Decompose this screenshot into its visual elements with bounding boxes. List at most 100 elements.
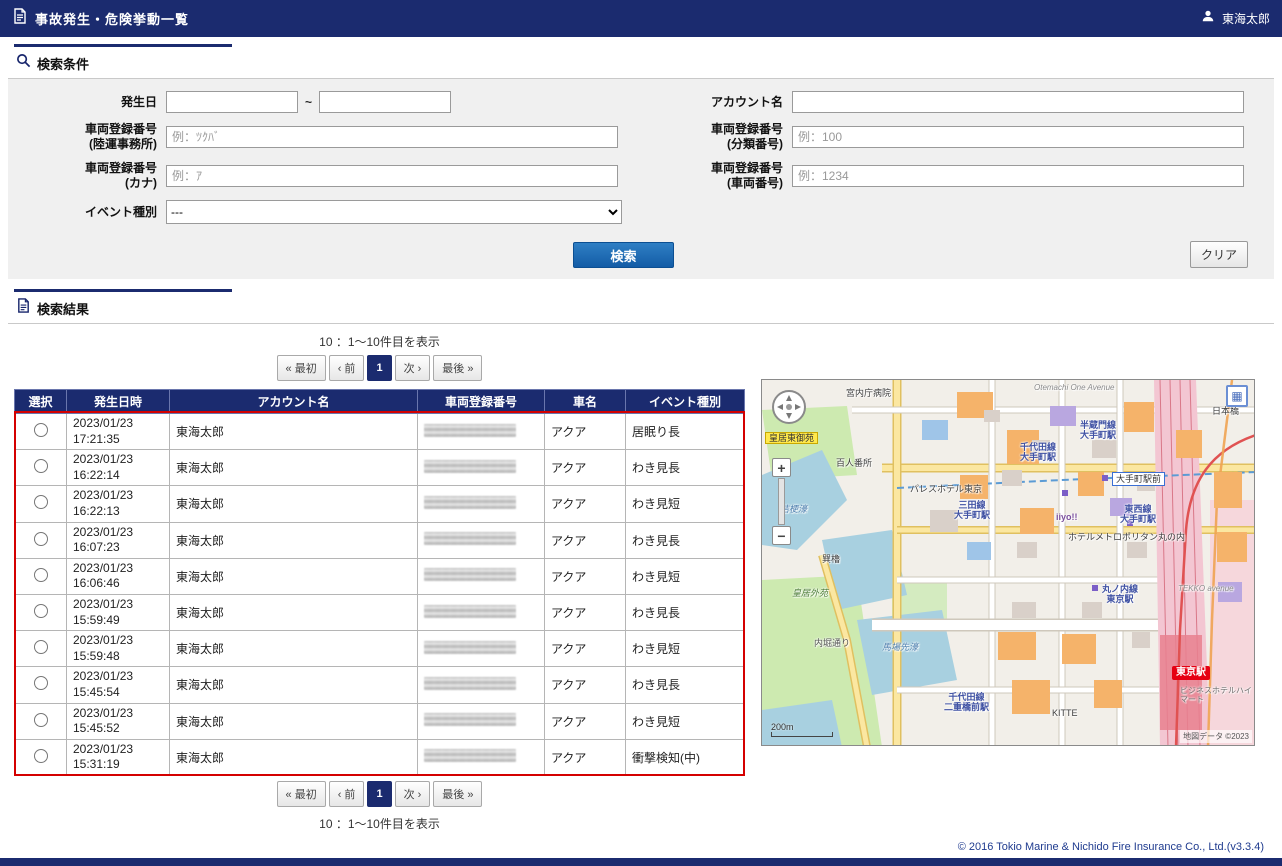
page-next-button[interactable]: 次 ›	[395, 355, 431, 381]
row-select-radio[interactable]	[34, 495, 48, 509]
search-button[interactable]: 検索	[573, 242, 674, 268]
footer-bar	[0, 858, 1282, 866]
table-header-cell: 発生日時	[67, 390, 170, 414]
plate-number-row: 車両登録番号 (車両番号)	[656, 161, 1266, 191]
plate-office-label: 車両登録番号 (陸運事務所)	[8, 122, 166, 152]
plate-class-input[interactable]	[792, 126, 1244, 148]
row-vehicle-plate-redacted	[424, 677, 516, 690]
results-table-head: 選択 発生日時 アカウント名 車両登録番号 車名 イベント種別	[15, 390, 745, 414]
row-plate-cell	[418, 667, 545, 703]
results-table-area: 10 ：1～10件目を表示 « 最初 ‹ 前 1 次 › 最後 » 選択 発生日…	[14, 324, 745, 835]
page-number-button[interactable]: 1	[367, 781, 391, 807]
page-first-button[interactable]: « 最初	[277, 355, 326, 381]
row-time: 15:59:48	[73, 649, 120, 663]
occurrence-date-to-input[interactable]	[319, 91, 451, 113]
row-select-radio[interactable]	[34, 459, 48, 473]
row-plate-cell	[418, 522, 545, 558]
map-zoom-in-button[interactable]: +	[772, 458, 791, 477]
account-name-input[interactable]	[792, 91, 1244, 113]
row-account: 東海太郎	[170, 703, 418, 739]
account-name-label: アカウント名	[656, 95, 792, 110]
row-car-name: アクア	[545, 631, 626, 667]
map-label: パレスホテル東京	[910, 484, 982, 494]
search-panel: 検索条件 発生日 ~ 車両登録番号 (陸運事務所) 車両登録番	[8, 44, 1274, 279]
results-count-bottom: 10 ：1～10件目を表示	[14, 815, 745, 832]
page-prev-button[interactable]: ‹ 前	[329, 355, 365, 381]
row-time: 16:07:23	[73, 540, 120, 554]
search-icon	[16, 53, 31, 73]
row-datetime-cell: 2023/01/2316:06:46	[67, 558, 170, 594]
search-form-grid: 発生日 ~ 車両登録番号 (陸運事務所) 車両登録番号 (カナ) イ	[8, 91, 1274, 233]
copyright: © 2016 Tokio Marine & Nichido Fire Insur…	[0, 835, 1282, 858]
table-row: 2023/01/2315:45:52 東海太郎 アクア わき見短	[15, 703, 745, 739]
row-vehicle-plate-redacted	[424, 532, 516, 545]
row-time: 16:22:13	[73, 504, 120, 518]
row-select-cell	[15, 703, 67, 739]
clear-button[interactable]: クリア	[1190, 241, 1248, 268]
date-range-separator: ~	[305, 95, 312, 109]
page-last-button[interactable]: 最後 »	[433, 355, 482, 381]
map-label: 三田線 大手町駅	[954, 500, 990, 521]
table-header-cell: 選択	[15, 390, 67, 414]
row-vehicle-plate-redacted	[424, 749, 516, 762]
row-select-radio[interactable]	[34, 604, 48, 618]
plate-kana-row: 車両登録番号 (カナ)	[8, 161, 656, 191]
table-row: 2023/01/2316:22:13 東海太郎 アクア わき見短	[15, 486, 745, 522]
map-label: ビジネスホテルハイマート	[1180, 686, 1254, 704]
page-prev-button[interactable]: ‹ 前	[329, 781, 365, 807]
row-vehicle-plate-redacted	[424, 460, 516, 473]
page-last-button[interactable]: 最後 »	[433, 781, 482, 807]
event-type-row: イベント種別 ---	[8, 200, 656, 224]
table-header-cell: 車名	[545, 390, 626, 414]
map-label: 千代田線 大手町駅	[1020, 442, 1056, 463]
user-menu[interactable]: 東海太郎	[1201, 9, 1270, 28]
plate-office-row: 車両登録番号 (陸運事務所)	[8, 122, 656, 152]
row-select-radio[interactable]	[34, 713, 48, 727]
row-event-type: わき見長	[626, 594, 745, 630]
row-account: 東海太郎	[170, 558, 418, 594]
map-label: 千代田線 二重橋前駅	[944, 692, 989, 713]
row-select-radio[interactable]	[34, 423, 48, 437]
table-row: 2023/01/2316:06:46 東海太郎 アクア わき見短	[15, 558, 745, 594]
row-select-radio[interactable]	[34, 532, 48, 546]
page-next-button[interactable]: 次 ›	[395, 781, 431, 807]
row-select-radio[interactable]	[34, 676, 48, 690]
row-plate-cell	[418, 450, 545, 486]
row-event-type: 居眠り長	[626, 414, 745, 450]
row-datetime-cell: 2023/01/2315:45:52	[67, 703, 170, 739]
map-compass-control[interactable]	[770, 388, 808, 426]
row-date: 2023/01/23	[73, 561, 133, 575]
row-select-radio[interactable]	[34, 568, 48, 582]
map-label: 宮内庁病院	[846, 388, 891, 398]
plate-kana-input[interactable]	[166, 165, 618, 187]
row-plate-cell	[418, 414, 545, 450]
row-account: 東海太郎	[170, 450, 418, 486]
row-select-radio[interactable]	[34, 749, 48, 763]
map-zoom-slider[interactable]	[778, 478, 785, 525]
row-car-name: アクア	[545, 558, 626, 594]
plate-number-input[interactable]	[792, 165, 1244, 187]
row-account: 東海太郎	[170, 739, 418, 775]
map-zoom-out-button[interactable]: −	[772, 526, 791, 545]
row-select-radio[interactable]	[34, 640, 48, 654]
map-label: 丸ノ内線 東京駅	[1102, 584, 1138, 605]
map[interactable]: Otemachi One Avenue 宮内庁病院 日本橋 半蔵門線 大手町駅 …	[761, 379, 1255, 746]
row-select-cell	[15, 631, 67, 667]
occurrence-date-from-input[interactable]	[166, 91, 298, 113]
page-number-button[interactable]: 1	[367, 355, 391, 381]
map-label: KITTE	[1052, 708, 1078, 718]
row-date: 2023/01/23	[73, 488, 133, 502]
plate-office-input[interactable]	[166, 126, 618, 148]
results-icon	[16, 298, 31, 318]
row-datetime-cell: 2023/01/2316:07:23	[67, 522, 170, 558]
row-event-type: わき見短	[626, 703, 745, 739]
page-first-button[interactable]: « 最初	[277, 781, 326, 807]
row-time: 16:22:14	[73, 468, 120, 482]
row-account: 東海太郎	[170, 667, 418, 703]
event-type-select[interactable]: ---	[166, 200, 622, 224]
row-car-name: アクア	[545, 414, 626, 450]
row-time: 15:59:49	[73, 613, 120, 627]
row-select-cell	[15, 414, 67, 450]
row-datetime-cell: 2023/01/2315:31:19	[67, 739, 170, 775]
map-layers-control[interactable]: ▦	[1226, 385, 1248, 407]
